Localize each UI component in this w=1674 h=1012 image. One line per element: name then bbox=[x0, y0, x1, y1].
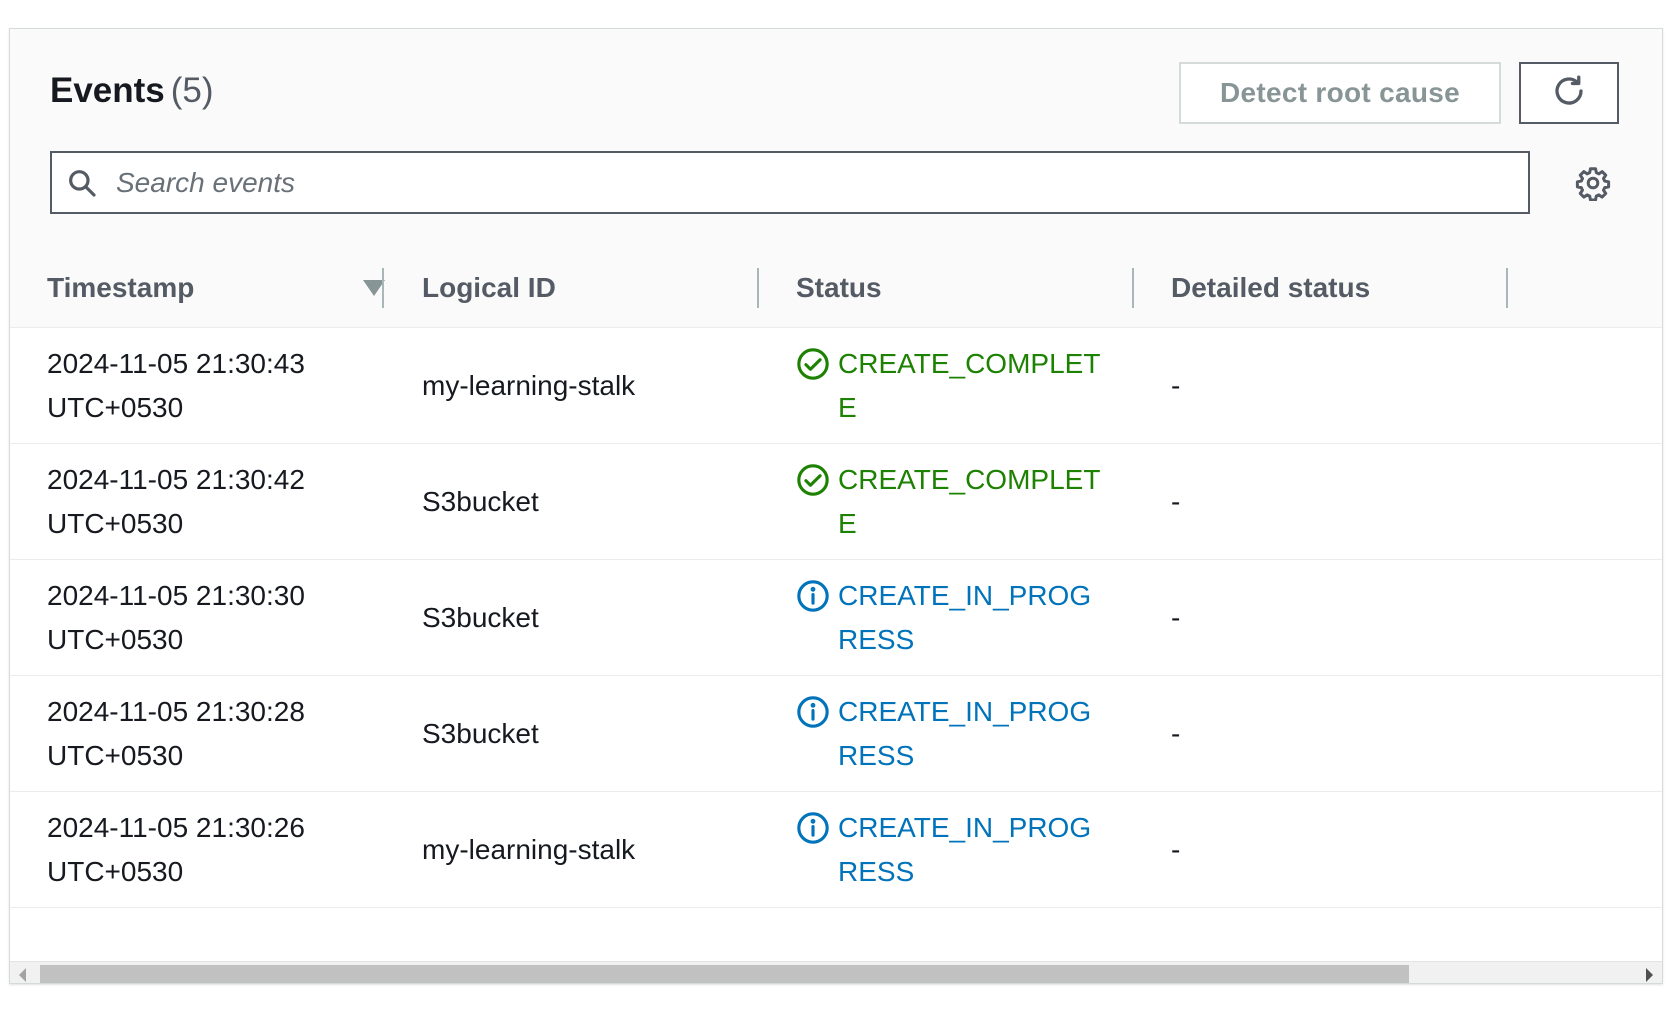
timestamp-text: 2024-11-05 21:30:30 bbox=[47, 579, 305, 611]
event-count: (5) bbox=[170, 71, 214, 110]
logical-id-cell: S3bucket bbox=[422, 560, 752, 675]
refresh-button[interactable] bbox=[1519, 62, 1619, 124]
column-header-timestamp[interactable]: Timestamp bbox=[47, 248, 194, 327]
timestamp-text: 2024-11-05 21:30:28 bbox=[47, 695, 305, 727]
detailed-status-text: - bbox=[1171, 369, 1181, 401]
timestamp-cell: 2024-11-05 21:30:26 UTC+0530 bbox=[47, 792, 377, 907]
logical-id-cell: S3bucket bbox=[422, 444, 752, 559]
scroll-right-arrow-icon[interactable] bbox=[1646, 968, 1653, 982]
timezone-text: UTC+0530 bbox=[47, 507, 184, 539]
table-row[interactable]: 2024-11-05 21:30:42 UTC+0530 S3bucket CREAT… bbox=[10, 444, 1662, 560]
status-cell: CREATE_IN_PROGRESS bbox=[796, 676, 1126, 791]
status-text: CREATE_IN_PROGRESS bbox=[838, 579, 1092, 655]
column-resizer[interactable] bbox=[757, 268, 759, 308]
detailed-status-cell: - bbox=[1171, 328, 1501, 443]
logical-id-text: S3bucket bbox=[422, 717, 539, 749]
column-resizer[interactable] bbox=[1132, 268, 1134, 308]
status-cell: CREATE_COMPLETE bbox=[796, 444, 1126, 559]
detailed-status-text: - bbox=[1171, 833, 1181, 865]
status-text: CREATE_COMPLETE bbox=[838, 463, 1101, 539]
detailed-status-text: - bbox=[1171, 717, 1181, 749]
column-resizer[interactable] bbox=[382, 268, 384, 308]
timestamp-cell: 2024-11-05 21:30:30 UTC+0530 bbox=[47, 560, 377, 675]
panel-title: Events (5) bbox=[50, 71, 214, 111]
detailed-status-cell: - bbox=[1171, 676, 1501, 791]
timezone-text: UTC+0530 bbox=[47, 391, 184, 423]
detailed-status-cell: - bbox=[1171, 560, 1501, 675]
detect-root-cause-label: Detect root cause bbox=[1219, 77, 1461, 108]
column-label: Logical ID bbox=[422, 271, 556, 303]
logical-id-text: my-learning-stalk bbox=[422, 833, 636, 865]
success-check-icon bbox=[796, 347, 830, 381]
logical-id-cell: S3bucket bbox=[422, 676, 752, 791]
logical-id-text: my-learning-stalk bbox=[422, 369, 636, 401]
column-header-detailed-status[interactable]: Detailed status bbox=[1171, 248, 1370, 327]
info-icon bbox=[796, 811, 830, 845]
panel-title-text: Events bbox=[50, 71, 165, 110]
status-indicator: CREATE_IN_PROGRESS bbox=[796, 690, 1126, 778]
status-text: CREATE_IN_PROGRESS bbox=[838, 811, 1092, 887]
scrollbar-thumb[interactable] bbox=[40, 965, 1409, 983]
status-indicator: CREATE_COMPLETE bbox=[796, 342, 1126, 430]
timezone-text: UTC+0530 bbox=[47, 855, 184, 887]
info-icon bbox=[796, 579, 830, 613]
column-header-logical-id[interactable]: Logical ID bbox=[422, 248, 556, 327]
status-text: CREATE_COMPLETE bbox=[838, 347, 1101, 423]
table-row[interactable]: 2024-11-05 21:30:28 UTC+0530 S3bucket CREAT… bbox=[10, 676, 1662, 792]
timestamp-text: 2024-11-05 21:30:42 bbox=[47, 463, 305, 495]
logical-id-cell: my-learning-stalk bbox=[422, 792, 752, 907]
scroll-left-arrow-icon[interactable] bbox=[19, 968, 26, 982]
gear-icon[interactable] bbox=[1575, 165, 1611, 202]
detect-root-cause-button[interactable]: Detect root cause bbox=[1179, 62, 1501, 124]
column-label: Timestamp bbox=[47, 271, 195, 303]
column-resizer[interactable] bbox=[1506, 268, 1508, 308]
timestamp-cell: 2024-11-05 21:30:28 UTC+0530 bbox=[47, 676, 377, 791]
search-icon bbox=[66, 167, 98, 199]
status-text: CREATE_IN_PROGRESS bbox=[838, 695, 1092, 771]
table-row[interactable]: 2024-11-05 21:30:26 UTC+0530 my-learning-s… bbox=[10, 792, 1662, 908]
events-header: Events (5) Detect root cause bbox=[10, 29, 1662, 249]
detailed-status-cell: - bbox=[1171, 792, 1501, 907]
timestamp-cell: 2024-11-05 21:30:42 UTC+0530 bbox=[47, 444, 377, 559]
refresh-icon bbox=[1551, 73, 1587, 114]
timestamp-cell: 2024-11-05 21:30:43 UTC+0530 bbox=[47, 328, 377, 443]
status-cell: CREATE_COMPLETE bbox=[796, 328, 1126, 443]
timestamp-text: 2024-11-05 21:30:43 bbox=[47, 347, 305, 379]
info-icon bbox=[796, 695, 830, 729]
table-row[interactable]: 2024-11-05 21:30:43 UTC+0530 my-learning-s… bbox=[10, 328, 1662, 444]
events-panel: Events (5) Detect root cause Search even… bbox=[9, 28, 1663, 984]
success-check-icon bbox=[796, 463, 830, 497]
column-header-status[interactable]: Status bbox=[796, 248, 882, 327]
column-label: Status bbox=[796, 271, 882, 303]
horizontal-scrollbar[interactable] bbox=[10, 961, 1662, 983]
detailed-status-text: - bbox=[1171, 485, 1181, 517]
status-indicator: CREATE_COMPLETE bbox=[796, 458, 1126, 546]
timezone-text: UTC+0530 bbox=[47, 623, 184, 655]
detailed-status-text: - bbox=[1171, 601, 1181, 633]
column-label: Detailed status bbox=[1171, 271, 1371, 303]
timestamp-text: 2024-11-05 21:30:26 bbox=[47, 811, 305, 843]
table-header: Timestamp Logical ID Status Detailed sta… bbox=[10, 248, 1662, 328]
logical-id-text: S3bucket bbox=[422, 485, 539, 517]
table-row[interactable]: 2024-11-05 21:30:30 UTC+0530 S3bucket CREAT… bbox=[10, 560, 1662, 676]
status-cell: CREATE_IN_PROGRESS bbox=[796, 792, 1126, 907]
logical-id-cell: my-learning-stalk bbox=[422, 328, 752, 443]
logical-id-text: S3bucket bbox=[422, 601, 539, 633]
detailed-status-cell: - bbox=[1171, 444, 1501, 559]
timezone-text: UTC+0530 bbox=[47, 739, 184, 771]
status-cell: CREATE_IN_PROGRESS bbox=[796, 560, 1126, 675]
status-indicator: CREATE_IN_PROGRESS bbox=[796, 574, 1126, 662]
status-indicator: CREATE_IN_PROGRESS bbox=[796, 806, 1126, 894]
search-events-field[interactable] bbox=[50, 151, 1530, 214]
search-input[interactable] bbox=[116, 153, 1506, 212]
